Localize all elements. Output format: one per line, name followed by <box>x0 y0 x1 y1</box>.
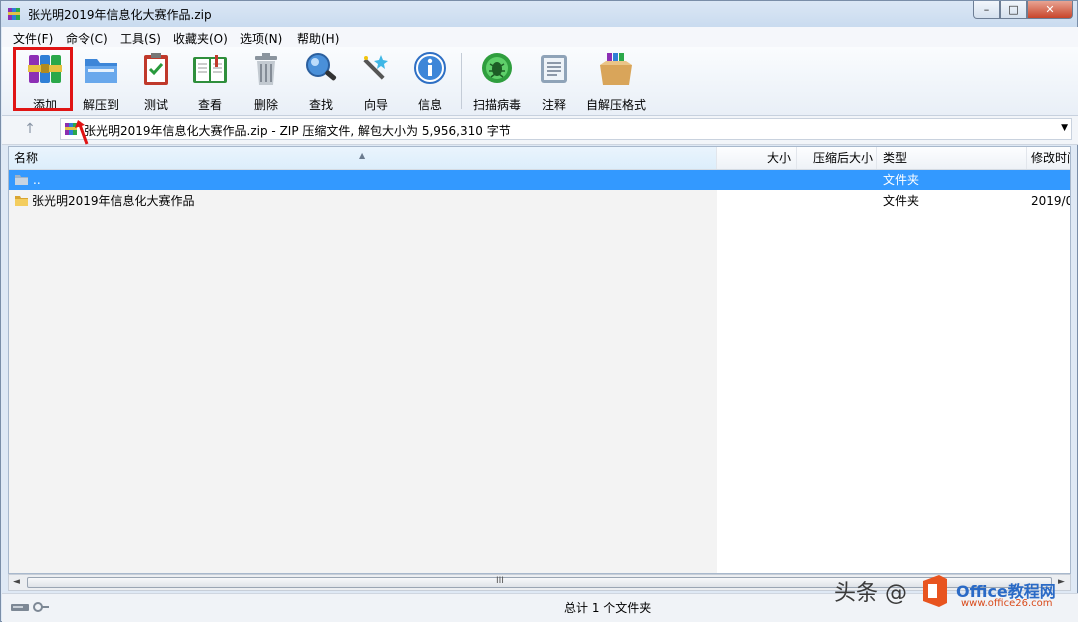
address-text: 张光明2019年信息化大赛作品.zip - ZIP 压缩文件, 解包大小为 5,… <box>84 124 511 138</box>
sort-ascending-icon: ▲ <box>359 151 366 160</box>
status-text: 总计 1 个文件夹 <box>564 601 652 615</box>
delete-button[interactable]: 删除 <box>244 51 288 112</box>
winrar-app-icon <box>8 8 20 20</box>
toolbar: 添加 解压到 测试 查看 删除 查找 向导 信息 扫描病毒 注释 自解压格式 <box>2 47 1078 116</box>
winrar-window: 张光明2019年信息化大赛作品.zip – □ ✕ 文件(F) 命令(C) 工具… <box>0 0 1078 622</box>
sfx-button[interactable]: 自解压格式 <box>585 51 647 112</box>
comment-label: 注释 <box>541 98 566 112</box>
view-label: 查看 <box>197 98 222 112</box>
scroll-right-icon[interactable]: ► <box>1058 577 1065 587</box>
address-dropdown-icon[interactable]: ▼ <box>1061 123 1068 133</box>
row-name: 张光明2019年信息化大赛作品 <box>32 194 195 208</box>
row-modified: 2019/0 <box>1031 194 1071 208</box>
magnifier-icon <box>306 53 337 81</box>
test-button[interactable]: 测试 <box>134 51 178 112</box>
trash-icon <box>255 53 277 85</box>
list-row-parent-dir[interactable]: .. 文件夹 <box>9 170 1070 190</box>
toolbar-separator <box>461 53 462 109</box>
view-book-icon <box>193 55 227 83</box>
minimize-button[interactable]: – <box>973 1 1000 19</box>
extract-to-icon <box>85 59 117 83</box>
find-label: 查找 <box>308 98 333 112</box>
red-arrow-annotation-icon <box>75 120 89 145</box>
watermark-text: 头条 @ <box>834 581 907 606</box>
virus-scan-button[interactable]: 扫描病毒 <box>468 51 526 112</box>
comment-button[interactable]: 注释 <box>532 51 576 112</box>
menu-file[interactable]: 文件(F) <box>13 30 53 47</box>
test-clipboard-icon <box>144 53 168 85</box>
menu-options[interactable]: 选项(N) <box>240 30 282 47</box>
file-list[interactable]: 名称 ▲ 大小 压缩后大小 类型 修改时间 .. 文件夹 张光明2019年信息化… <box>8 146 1071 574</box>
test-label: 测试 <box>143 98 168 112</box>
info-label: 信息 <box>417 98 442 112</box>
menu-help[interactable]: 帮助(H) <box>297 30 339 47</box>
folder-up-icon <box>15 175 28 185</box>
name-column-background <box>9 169 717 573</box>
address-field[interactable]: 张光明2019年信息化大赛作品.zip - ZIP 压缩文件, 解包大小为 5,… <box>60 118 1072 140</box>
watermark-url: www.office26.com <box>961 598 1053 609</box>
menu-bar: 文件(F) 命令(C) 工具(S) 收藏夹(O) 选项(N) 帮助(H) <box>2 27 1078 48</box>
extract-to-button[interactable]: 解压到 <box>78 51 124 112</box>
office-logo-icon <box>923 575 947 607</box>
info-button[interactable]: 信息 <box>408 51 452 112</box>
menu-favorites[interactable]: 收藏夹(O) <box>173 30 228 47</box>
title-bar[interactable]: 张光明2019年信息化大赛作品.zip – □ ✕ <box>1 1 1077 27</box>
address-bar: ↑ 张光明2019年信息化大赛作品.zip - ZIP 压缩文件, 解包大小为 … <box>2 116 1078 145</box>
delete-label: 删除 <box>253 98 278 112</box>
view-button[interactable]: 查看 <box>188 51 232 112</box>
menu-commands[interactable]: 命令(C) <box>66 30 108 47</box>
column-name-header[interactable]: 名称 ▲ <box>9 147 717 169</box>
virus-scan-icon <box>482 53 512 83</box>
list-row-folder[interactable]: 张光明2019年信息化大赛作品 文件夹 2019/0 <box>9 191 1070 211</box>
info-icon <box>414 52 446 84</box>
comment-icon <box>541 55 567 83</box>
column-packed-header[interactable]: 压缩后大小 <box>797 147 877 169</box>
row-type: 文件夹 <box>883 194 920 208</box>
menu-tools[interactable]: 工具(S) <box>120 30 161 47</box>
maximize-button[interactable]: □ <box>1000 1 1027 19</box>
sfx-box-icon <box>600 53 632 85</box>
wizard-button[interactable]: 向导 <box>354 51 398 112</box>
column-size-header[interactable]: 大小 <box>717 147 797 169</box>
scroll-left-icon[interactable]: ◄ <box>13 577 20 587</box>
row-name: .. <box>33 173 41 187</box>
close-button[interactable]: ✕ <box>1027 1 1073 19</box>
row-type: 文件夹 <box>883 173 920 187</box>
scrollbar-grip-icon: III <box>496 576 504 586</box>
window-title: 张光明2019年信息化大赛作品.zip <box>28 8 212 22</box>
wizard-label: 向导 <box>363 98 388 112</box>
column-modified-header[interactable]: 修改时间 <box>1027 147 1070 169</box>
column-type-header[interactable]: 类型 <box>877 147 1027 169</box>
drive-key-icon <box>11 602 49 612</box>
column-header-row: 名称 ▲ 大小 压缩后大小 类型 修改时间 <box>9 147 1070 170</box>
find-button[interactable]: 查找 <box>299 51 343 112</box>
column-name-label: 名称 <box>14 151 39 165</box>
folder-icon <box>15 196 28 206</box>
sfx-label: 自解压格式 <box>585 98 646 112</box>
add-button-highlight-box <box>13 47 73 111</box>
up-one-level-button[interactable]: ↑ <box>10 118 50 140</box>
wizard-wand-icon <box>363 55 388 80</box>
horizontal-scrollbar[interactable]: ◄ III ► <box>8 574 1071 591</box>
virus-scan-label: 扫描病毒 <box>472 98 521 112</box>
extract-to-label: 解压到 <box>82 98 119 112</box>
